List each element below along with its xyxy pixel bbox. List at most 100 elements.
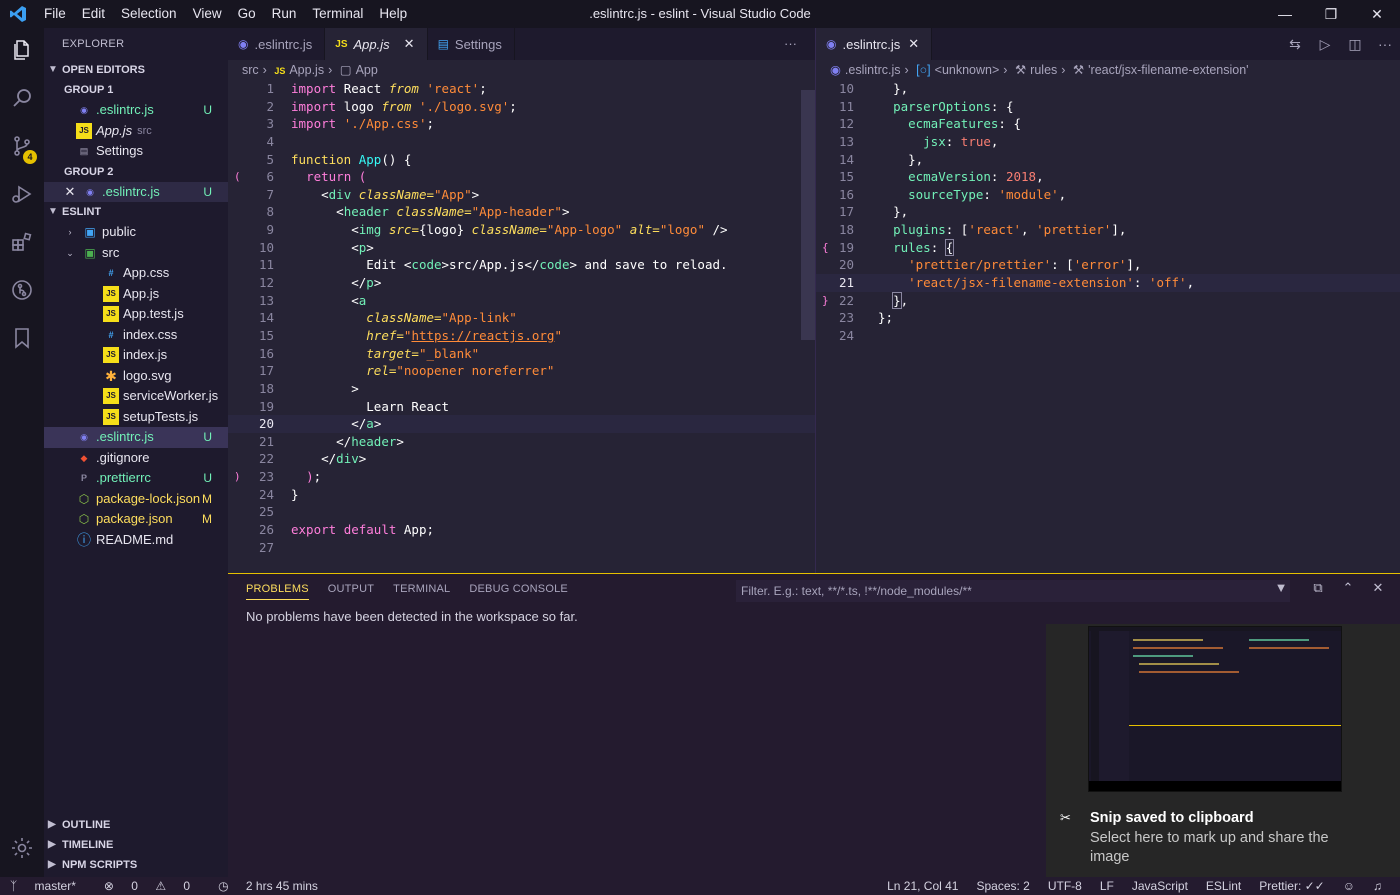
code-editor-right[interactable]: 10 }, 11 parserOptions: { 12 ecmaFeature… bbox=[816, 80, 1400, 345]
restore-button[interactable]: ❐ bbox=[1308, 0, 1354, 28]
close-icon[interactable]: ✕ bbox=[404, 36, 415, 52]
project-section[interactable]: ▼ ESLINT bbox=[44, 202, 228, 222]
open-editor-settings[interactable]: ▤ Settings bbox=[44, 141, 228, 162]
tab-appjs[interactable]: JS App.js ✕ bbox=[325, 28, 428, 60]
file-name: App.css bbox=[123, 265, 170, 280]
filter-icon[interactable]: ▼ bbox=[1266, 580, 1296, 595]
tree-folder-public[interactable]: › ▣ public bbox=[44, 222, 228, 243]
tree-file[interactable]: # App.css bbox=[44, 263, 228, 284]
open-editors-section[interactable]: ▼ OPEN EDITORS bbox=[44, 60, 228, 80]
extensions-icon[interactable] bbox=[0, 220, 44, 264]
breadcrumb-item[interactable]: <unknown> bbox=[935, 63, 1000, 77]
prettier-status[interactable]: Prettier: ✓✓ bbox=[1259, 879, 1324, 893]
tree-file[interactable]: ✱ logo.svg bbox=[44, 366, 228, 387]
explorer-icon[interactable] bbox=[0, 28, 44, 72]
eslint-file-icon: ◉ bbox=[238, 37, 249, 51]
timeline-section[interactable]: ▶ TIMELINE bbox=[44, 835, 228, 855]
tree-file[interactable]: JS setupTests.js bbox=[44, 407, 228, 428]
problems-filter-input[interactable]: Filter. E.g.: text, **/*.ts, !**/node_mo… bbox=[736, 580, 1290, 602]
encoding[interactable]: UTF-8 bbox=[1048, 879, 1082, 893]
minimize-button[interactable]: — bbox=[1262, 0, 1308, 28]
tab-eslintrc-right[interactable]: ◉ .eslintrc.js ✕ bbox=[816, 28, 933, 60]
scm-badge: 4 bbox=[23, 150, 37, 164]
panel-window-actions: ⧉ ⌃ ✕ bbox=[1303, 580, 1393, 596]
menu-help[interactable]: Help bbox=[371, 0, 415, 28]
open-editor-eslintrc-group2[interactable]: ✕ ◉ .eslintrc.js U bbox=[44, 181, 228, 202]
cursor-position[interactable]: Ln 21, Col 41 bbox=[887, 879, 958, 893]
menu-terminal[interactable]: Terminal bbox=[304, 0, 371, 28]
close-window-button[interactable]: ✕ bbox=[1354, 0, 1400, 28]
tab-output[interactable]: OUTPUT bbox=[328, 583, 374, 599]
tab-terminal[interactable]: TERMINAL bbox=[393, 583, 450, 599]
outline-section[interactable]: ▶ OUTLINE bbox=[44, 815, 228, 835]
file-name: package.json bbox=[96, 511, 173, 526]
tree-file-selected[interactable]: ◉ .eslintrc.js U bbox=[44, 427, 228, 448]
js-file-icon: JS bbox=[103, 388, 119, 405]
collapse-all-icon[interactable]: ⧉ bbox=[1303, 580, 1333, 596]
tree-file[interactable]: JS App.js bbox=[44, 284, 228, 305]
tab-settings[interactable]: ▤ Settings bbox=[428, 28, 515, 60]
outline-label: OUTLINE bbox=[62, 819, 111, 831]
search-icon[interactable] bbox=[0, 76, 44, 120]
tree-folder-src[interactable]: ⌄ ▣ src bbox=[44, 243, 228, 264]
language-mode[interactable]: JavaScript bbox=[1132, 879, 1188, 893]
indentation[interactable]: Spaces: 2 bbox=[976, 879, 1029, 893]
breadcrumb-item[interactable]: App.js bbox=[289, 63, 324, 77]
breadcrumb-item[interactable]: 'react/jsx-filename-extension' bbox=[1088, 63, 1248, 77]
feedback-icon[interactable]: ☺ bbox=[1343, 879, 1355, 893]
close-icon[interactable]: ✕ bbox=[908, 36, 919, 52]
tab-eslintrc[interactable]: ◉ .eslintrc.js bbox=[228, 28, 326, 60]
open-changes-icon[interactable]: ⇆ bbox=[1280, 36, 1310, 53]
end-of-line[interactable]: LF bbox=[1100, 879, 1114, 893]
close-icon[interactable]: ✕ bbox=[62, 184, 78, 200]
tab-label: App.js bbox=[353, 36, 390, 52]
menu-edit[interactable]: Edit bbox=[74, 0, 113, 28]
notifications-icon[interactable]: ♫ bbox=[1373, 879, 1382, 893]
bookmark-icon[interactable] bbox=[0, 316, 44, 360]
menu-view[interactable]: View bbox=[185, 0, 230, 28]
source-control-icon[interactable]: 4 bbox=[0, 124, 44, 168]
tree-file[interactable]: JS index.js bbox=[44, 345, 228, 366]
tree-file[interactable]: ◆ .gitignore bbox=[44, 448, 228, 469]
breadcrumb-item[interactable]: App bbox=[356, 63, 378, 77]
time-tracker[interactable]: ◷ 2 hrs 45 mins bbox=[218, 879, 332, 893]
eslint-file-icon: ◉ bbox=[86, 186, 94, 197]
tree-file[interactable]: ⓘ README.md bbox=[44, 530, 228, 551]
open-editor-appjs[interactable]: JS App.js src bbox=[44, 121, 228, 142]
breadcrumb-item[interactable]: .eslintrc.js bbox=[845, 63, 901, 77]
eslint-status[interactable]: ESLint bbox=[1206, 879, 1241, 893]
tab-debug-console[interactable]: DEBUG CONSOLE bbox=[469, 583, 568, 599]
menu-file[interactable]: File bbox=[36, 0, 74, 28]
git-graph-icon[interactable] bbox=[0, 268, 44, 312]
run-debug-icon[interactable] bbox=[0, 172, 44, 216]
open-editor-eslintrc[interactable]: ◉ .eslintrc.js U bbox=[44, 100, 228, 121]
problems-status[interactable]: ⊗ 0 ⚠ 0 bbox=[104, 879, 204, 893]
snip-notification[interactable]: ✂ Snip saved to clipboard Select here to… bbox=[1046, 624, 1400, 877]
menu-run[interactable]: Run bbox=[264, 0, 305, 28]
more-actions-icon[interactable]: ··· bbox=[784, 36, 797, 51]
settings-gear-icon[interactable] bbox=[0, 826, 44, 870]
maximize-panel-icon[interactable]: ⌃ bbox=[1333, 580, 1363, 596]
tree-file[interactable]: P .prettierrc U bbox=[44, 468, 228, 489]
tree-file[interactable]: ⬡ package-lock.json M bbox=[44, 489, 228, 510]
breadcrumb-item[interactable]: src bbox=[242, 63, 259, 77]
branch-status[interactable]: ᛉ master* bbox=[10, 879, 90, 893]
js-file-icon: JS bbox=[274, 66, 286, 76]
close-panel-icon[interactable]: ✕ bbox=[1363, 580, 1393, 596]
editor-scrollbar[interactable] bbox=[801, 90, 815, 340]
run-icon[interactable]: ▷ bbox=[1310, 36, 1340, 53]
tree-file[interactable]: JS App.test.js bbox=[44, 304, 228, 325]
split-editor-icon[interactable]: ◫ bbox=[1340, 36, 1370, 53]
tree-file[interactable]: ⬡ package.json M bbox=[44, 509, 228, 530]
tree-file[interactable]: # index.css bbox=[44, 325, 228, 346]
code-editor-left[interactable]: 1 import React from 'react'; 2 import logo… bbox=[228, 80, 815, 556]
npm-scripts-section[interactable]: ▶ NPM SCRIPTS bbox=[44, 855, 228, 875]
more-actions-icon[interactable]: ··· bbox=[1370, 36, 1400, 52]
menu-go[interactable]: Go bbox=[230, 0, 264, 28]
menu-selection[interactable]: Selection bbox=[113, 0, 185, 28]
menu-bar: File Edit Selection View Go Run Terminal… bbox=[36, 0, 415, 28]
tree-file[interactable]: JS serviceWorker.js bbox=[44, 386, 228, 407]
tab-problems[interactable]: PROBLEMS bbox=[246, 583, 309, 600]
node-file-icon: ⬡ bbox=[78, 512, 90, 526]
breadcrumb-item[interactable]: rules bbox=[1030, 63, 1057, 77]
